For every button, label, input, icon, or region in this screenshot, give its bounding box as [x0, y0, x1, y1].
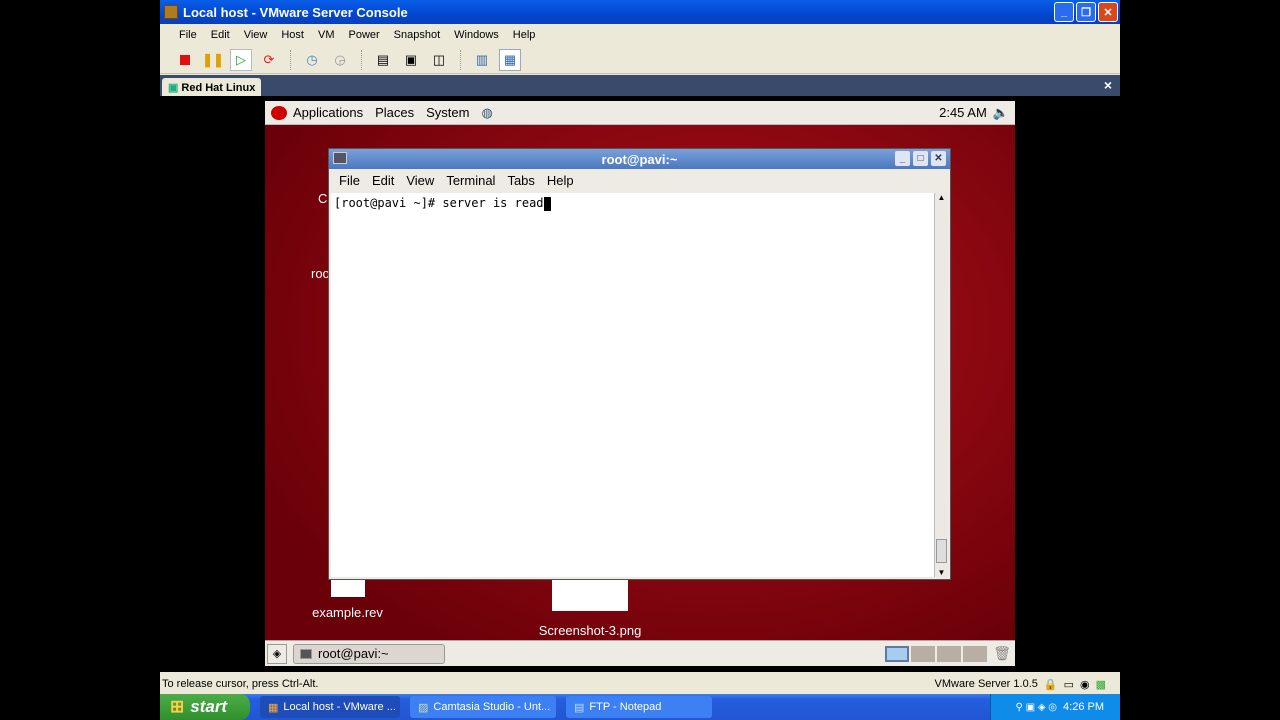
lock-icon: 🔒: [1043, 678, 1058, 691]
vmware-console-window: Local host - VMware Server Console _ ❐ ✕…: [160, 0, 1120, 720]
shell-prompt: [root@pavi ~]#: [334, 196, 443, 210]
trash-icon[interactable]: 🗑: [993, 645, 1011, 662]
vm-icon: ▣: [168, 82, 179, 94]
terminal-output[interactable]: [root@pavi ~]# server is read: [331, 193, 935, 577]
taskbar-item-terminal[interactable]: root@pavi:~: [293, 643, 445, 664]
window-title: Local host - VMware Server Console: [183, 4, 408, 20]
camtasia-icon: ▨: [418, 701, 429, 714]
quickswitch-icon[interactable]: ◫: [428, 49, 450, 71]
terminal-close-button[interactable]: ✕: [931, 151, 946, 166]
status-hint: To release cursor, press Ctrl-Alt.: [162, 678, 319, 690]
cdrom-icon[interactable]: ◉: [1080, 678, 1090, 691]
command-input[interactable]: server is read: [442, 196, 543, 210]
menu-bar: File Edit View Host VM Power Snapshot Wi…: [160, 24, 1120, 46]
menu-host[interactable]: Host: [274, 29, 311, 41]
gnome-top-panel: Applications Places System ◍ 2:45 AM 🔈: [265, 101, 1015, 125]
desktop-icon-roo[interactable]: roo: [311, 266, 330, 281]
console-icon[interactable]: ▦: [499, 48, 521, 71]
windows-logo-icon: ⊞: [170, 697, 185, 716]
terminal-maximize-button[interactable]: □: [913, 151, 928, 166]
vmware-app-icon: [164, 5, 178, 19]
start-button[interactable]: ⊞ start: [160, 694, 250, 720]
tray-icons[interactable]: ⚲ ▣ ◈ ◎: [1016, 702, 1058, 713]
terminal-window[interactable]: root@pavi:~ _ □ ✕ File Edit View Terminal …: [328, 148, 951, 580]
device-drive-icon[interactable]: ▭: [1064, 678, 1074, 691]
network-globe-icon[interactable]: ◍: [481, 105, 492, 121]
sidebar-icon[interactable]: ▤: [372, 49, 394, 71]
network-adapter-icon[interactable]: ▩: [1096, 678, 1106, 691]
gnome-bottom-panel: ◈ root@pavi:~ 🗑: [265, 640, 1015, 666]
guest-desktop[interactable]: Applications Places System ◍ 2:45 AM 🔈 C …: [265, 101, 1015, 666]
desktop-icon-c[interactable]: C: [318, 191, 327, 206]
terminal-icon: [300, 648, 312, 659]
system-tray: ⚲ ▣ ◈ ◎ 4:26 PM: [990, 694, 1120, 720]
taskbar-vmware[interactable]: ▦ Local host - VMware ...: [260, 696, 400, 718]
show-desktop-icon[interactable]: ◈: [267, 643, 287, 664]
title-bar: Local host - VMware Server Console _ ❐ ✕: [160, 0, 1120, 24]
workspace-switcher[interactable]: 🗑: [885, 645, 1011, 662]
taskbar-notepad[interactable]: ▤ FTP - Notepad: [566, 696, 712, 718]
menu-edit[interactable]: Edit: [204, 29, 237, 41]
menu-vm[interactable]: VM: [311, 29, 342, 41]
workspace-4[interactable]: [963, 645, 988, 662]
terminal-minimize-button[interactable]: _: [895, 151, 910, 166]
summary-icon[interactable]: ▥: [471, 49, 493, 71]
system-menu[interactable]: System: [426, 105, 469, 120]
terminal-menu-help[interactable]: Help: [541, 173, 580, 188]
terminal-menu-file[interactable]: File: [333, 173, 366, 188]
terminal-menu-view[interactable]: View: [400, 173, 440, 188]
terminal-app-icon: [333, 152, 347, 164]
menu-help[interactable]: Help: [506, 29, 543, 41]
snapshot-icon[interactable]: ◷: [301, 49, 323, 71]
menu-windows[interactable]: Windows: [447, 29, 506, 41]
image-thumbnail: [552, 579, 628, 611]
vmware-icon: ▦: [268, 701, 279, 714]
terminal-title-bar[interactable]: root@pavi:~ _ □ ✕: [329, 149, 950, 169]
panel-clock[interactable]: 2:45 AM: [939, 105, 987, 120]
minimize-button[interactable]: _: [1054, 2, 1074, 22]
workspace-1[interactable]: [885, 645, 910, 662]
menu-file[interactable]: File: [172, 29, 204, 41]
desktop-icon-example-rev[interactable]: example.rev: [305, 579, 390, 620]
play-icon[interactable]: ▷: [230, 48, 252, 71]
fullscreen-icon[interactable]: ▣: [400, 49, 422, 71]
version-label: VMware Server 1.0.5: [934, 678, 1038, 690]
file-thumbnail: [330, 579, 365, 597]
volume-icon[interactable]: 🔈: [993, 105, 1009, 121]
taskbar-camtasia[interactable]: ▨ Camtasia Studio - Unt...: [410, 696, 556, 718]
vm-display[interactable]: Applications Places System ◍ 2:45 AM 🔈 C …: [160, 96, 1120, 672]
toolbar: ❚❚ ▷ ⟳ ◷ ◶ ▤ ▣ ◫ ▥ ▦: [160, 46, 1120, 74]
stop-icon[interactable]: [174, 49, 196, 71]
terminal-menu-edit[interactable]: Edit: [366, 173, 400, 188]
notepad-icon: ▤: [574, 701, 585, 714]
terminal-menu-tabs[interactable]: Tabs: [501, 173, 540, 188]
menu-snapshot[interactable]: Snapshot: [387, 29, 447, 41]
menu-power[interactable]: Power: [341, 29, 386, 41]
maximize-button[interactable]: ❐: [1076, 2, 1096, 22]
revert-icon[interactable]: ◶: [329, 49, 351, 71]
workspace-3[interactable]: [937, 645, 962, 662]
status-bar: To release cursor, press Ctrl-Alt. VMwar…: [160, 673, 1120, 695]
tab-bar: ▣ Red Hat Linux ×: [160, 75, 1120, 97]
redhat-logo-icon: [271, 105, 287, 120]
places-menu[interactable]: Places: [375, 105, 414, 120]
workspace-2[interactable]: [911, 645, 936, 662]
tray-clock[interactable]: 4:26 PM: [1063, 701, 1104, 713]
close-button[interactable]: ✕: [1098, 2, 1118, 22]
terminal-scrollbar[interactable]: ▲ ▼: [934, 193, 948, 577]
text-cursor: [543, 196, 551, 211]
tab-red-hat-linux[interactable]: ▣ Red Hat Linux: [162, 78, 262, 97]
windows-taskbar: ⊞ start ▦ Local host - VMware ... ▨ Camtasi…: [160, 694, 1120, 720]
terminal-menu-terminal[interactable]: Terminal: [440, 173, 501, 188]
applications-menu[interactable]: Applications: [293, 105, 363, 120]
menu-view[interactable]: View: [237, 29, 275, 41]
close-tab-button[interactable]: ×: [1104, 77, 1112, 93]
terminal-menu-bar: File Edit View Terminal Tabs Help: [329, 169, 950, 191]
desktop-icon-screenshot[interactable]: Screenshot-3.png: [530, 579, 650, 638]
pause-icon[interactable]: ❚❚: [202, 49, 224, 71]
reset-icon[interactable]: ⟳: [258, 49, 280, 71]
